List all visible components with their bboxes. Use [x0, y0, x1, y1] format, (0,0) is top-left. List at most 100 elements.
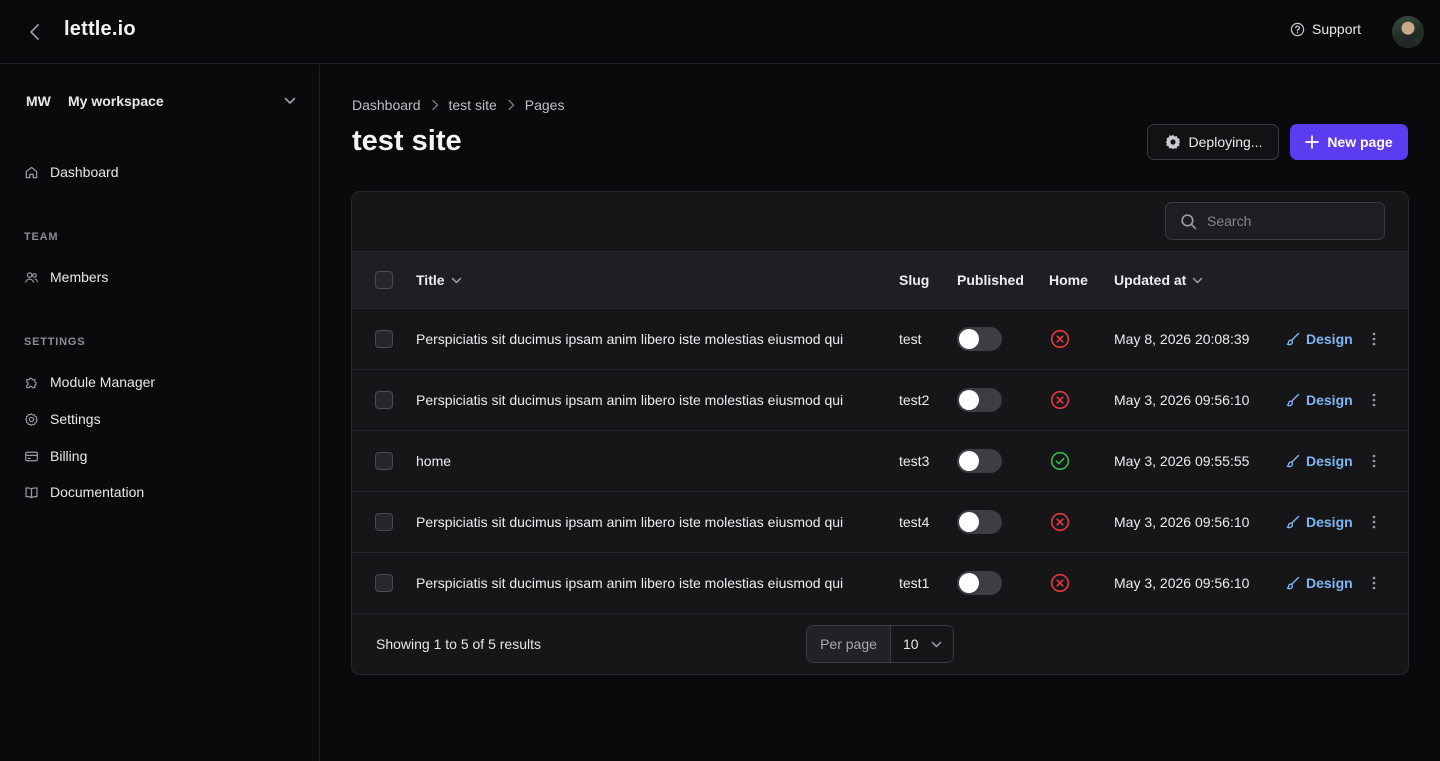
home-status-no: [1050, 492, 1070, 552]
brush-icon: [1286, 332, 1300, 346]
select-all-checkbox[interactable]: [375, 271, 393, 289]
column-header-published: Published: [957, 272, 1024, 288]
user-avatar[interactable]: [1392, 16, 1424, 48]
row-checkbox[interactable]: [375, 330, 393, 348]
back-button[interactable]: [22, 20, 46, 44]
design-label: Design: [1306, 514, 1353, 530]
home-status-no: [1050, 553, 1070, 613]
column-header-updated[interactable]: Updated at: [1114, 252, 1203, 308]
design-label: Design: [1306, 575, 1353, 591]
published-toggle[interactable]: [957, 571, 1002, 595]
row-menu-button[interactable]: [1366, 553, 1382, 613]
published-toggle[interactable]: [957, 388, 1002, 412]
table-row: Perspiciatis sit ducimus ipsam anim libe…: [352, 309, 1408, 370]
more-vertical-icon: [1372, 393, 1376, 407]
x-circle-icon: [1050, 573, 1070, 593]
design-link[interactable]: Design: [1286, 553, 1353, 613]
x-circle-icon: [1050, 329, 1070, 349]
table-row: Perspiciatis sit ducimus ipsam anim libe…: [352, 492, 1408, 553]
row-updated: May 8, 2026 20:08:39: [1114, 331, 1250, 347]
column-header-title[interactable]: Title: [416, 252, 462, 308]
sidebar-item-label: Dashboard: [50, 164, 119, 180]
sidebar-item-documentation[interactable]: Documentation: [24, 482, 144, 502]
column-header-slug: Slug: [899, 272, 930, 288]
more-vertical-icon: [1372, 454, 1376, 468]
chevron-right-icon: [431, 99, 439, 111]
new-page-label: New page: [1327, 134, 1393, 150]
sidebar-item-members[interactable]: Members: [24, 267, 108, 287]
table-row: home test3 May 3, 2026 09:55:55 Design: [352, 431, 1408, 492]
row-menu-button[interactable]: [1366, 370, 1382, 430]
breadcrumb: Dashboard test site Pages: [352, 97, 564, 113]
search-box[interactable]: [1165, 202, 1385, 240]
published-toggle[interactable]: [957, 449, 1002, 473]
home-status-yes: [1050, 431, 1070, 491]
row-menu-button[interactable]: [1366, 309, 1382, 369]
per-page-select[interactable]: 10: [891, 626, 953, 662]
workspace-switcher[interactable]: MW My workspace: [26, 91, 296, 111]
row-checkbox[interactable]: [375, 452, 393, 470]
breadcrumb-site[interactable]: test site: [449, 97, 497, 113]
puzzle-icon: [26, 377, 37, 388]
section-label-team: TEAM: [24, 231, 59, 243]
brush-icon: [1286, 393, 1300, 407]
sidebar-item-label: Module Manager: [50, 374, 156, 390]
more-vertical-icon: [1372, 332, 1376, 346]
column-header-home: Home: [1049, 272, 1088, 288]
table-footer: Showing 1 to 5 of 5 results Per page 10: [352, 614, 1408, 674]
deploy-button[interactable]: Deploying...: [1147, 124, 1279, 160]
design-link[interactable]: Design: [1286, 370, 1353, 430]
row-title: Perspiciatis sit ducimus ipsam anim libe…: [416, 575, 844, 591]
row-title: Perspiciatis sit ducimus ipsam anim libe…: [416, 392, 844, 408]
per-page-control: Per page 10: [806, 625, 954, 663]
chevron-down-icon: [931, 641, 941, 647]
design-label: Design: [1306, 392, 1353, 408]
row-checkbox[interactable]: [375, 513, 393, 531]
help-circle-icon: [1290, 22, 1305, 36]
published-toggle[interactable]: [957, 510, 1002, 534]
table-body: Perspiciatis sit ducimus ipsam anim libe…: [352, 309, 1408, 614]
breadcrumb-dashboard[interactable]: Dashboard: [352, 97, 421, 113]
sidebar-item-dashboard[interactable]: Dashboard: [24, 162, 119, 182]
table-header: Title Slug Published Home Updated at: [352, 252, 1408, 309]
row-updated: May 3, 2026 09:55:55: [1114, 453, 1250, 469]
search-input[interactable]: [1207, 213, 1367, 229]
table-toolbar: [352, 192, 1408, 252]
chevron-right-icon: [507, 99, 515, 111]
support-link[interactable]: Support: [1290, 21, 1361, 37]
row-menu-button[interactable]: [1366, 492, 1382, 552]
brand-logo[interactable]: lettle.io: [64, 18, 136, 41]
design-link[interactable]: Design: [1286, 309, 1353, 369]
sidebar-item-label: Documentation: [50, 484, 145, 500]
brush-icon: [1286, 515, 1300, 529]
row-slug: test3: [899, 453, 930, 469]
row-slug: test: [899, 331, 922, 347]
new-page-button[interactable]: New page: [1290, 124, 1408, 160]
design-link[interactable]: Design: [1286, 431, 1353, 491]
sidebar-item-billing[interactable]: Billing: [24, 446, 87, 466]
brush-icon: [1286, 576, 1300, 590]
row-updated: May 3, 2026 09:56:10: [1114, 392, 1250, 408]
row-updated: May 3, 2026 09:56:10: [1114, 575, 1250, 591]
gear-icon: [1165, 134, 1180, 150]
design-link[interactable]: Design: [1286, 492, 1353, 552]
published-toggle[interactable]: [957, 327, 1002, 351]
deploy-label: Deploying...: [1188, 134, 1263, 150]
section-label-settings: SETTINGS: [24, 336, 86, 348]
support-label: Support: [1312, 21, 1362, 37]
per-page-value: 10: [903, 636, 919, 652]
chevron-left-icon: [30, 24, 39, 40]
table-row: Perspiciatis sit ducimus ipsam anim libe…: [352, 553, 1408, 614]
row-updated: May 3, 2026 09:56:10: [1114, 514, 1250, 530]
row-checkbox[interactable]: [375, 391, 393, 409]
results-summary: Showing 1 to 5 of 5 results: [376, 636, 541, 652]
row-menu-button[interactable]: [1366, 431, 1382, 491]
sidebar-item-label: Members: [50, 269, 109, 285]
check-circle-icon: [1050, 451, 1070, 471]
brush-icon: [1286, 454, 1300, 468]
sidebar-item-settings[interactable]: Settings: [24, 409, 101, 429]
sidebar: MW My workspace Dashboard TEAM Members S…: [0, 65, 320, 761]
sidebar-item-module-manager[interactable]: Module Manager: [24, 372, 155, 392]
row-checkbox[interactable]: [375, 574, 393, 592]
row-slug: test4: [899, 514, 930, 530]
